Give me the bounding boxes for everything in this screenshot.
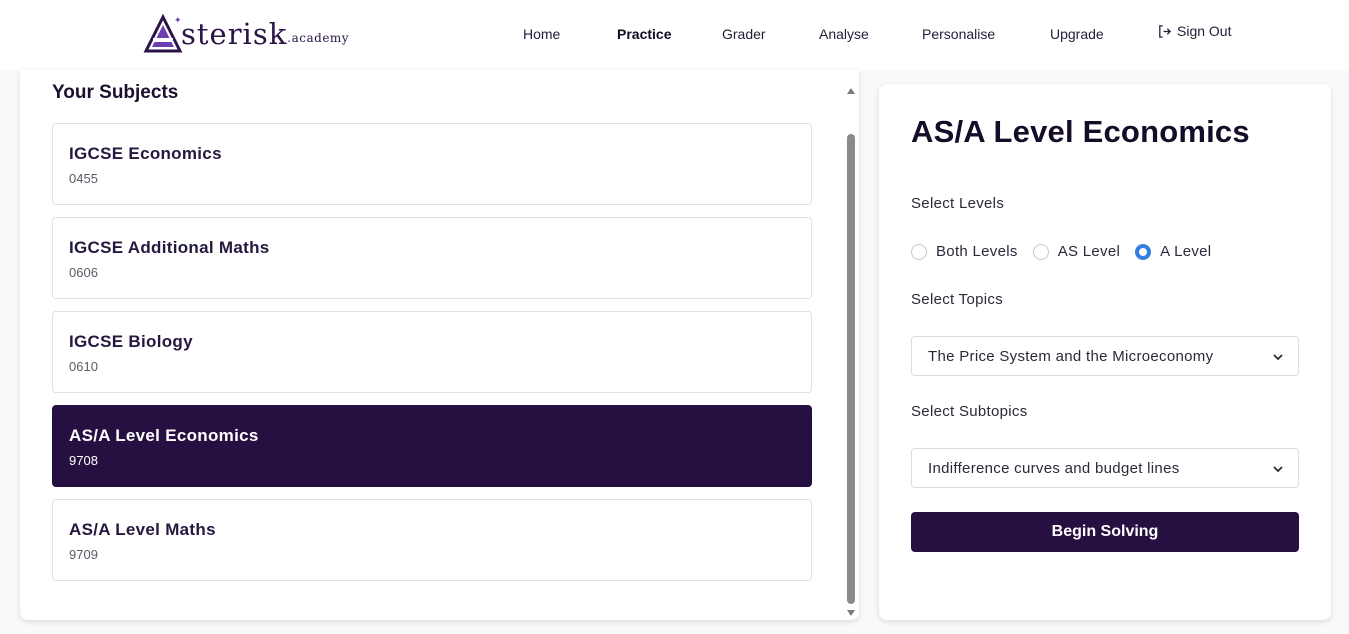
subject-card-as-a-level-economics[interactable]: AS/A Level Economics 9708 <box>52 405 812 487</box>
scroll-down-arrow-icon[interactable] <box>847 610 855 616</box>
radio-as-level[interactable]: AS Level <box>1032 243 1121 260</box>
subjects-scrollbar[interactable] <box>844 82 858 620</box>
radio-label: A Level <box>1160 243 1212 260</box>
topics-select[interactable]: The Price System and the Microeconomy <box>911 336 1299 376</box>
subject-code: 9708 <box>69 453 98 468</box>
nav-grader[interactable]: Grader <box>722 26 766 42</box>
nav-practice[interactable]: Practice <box>617 26 671 42</box>
subject-card-igcse-biology[interactable]: IGCSE Biology 0610 <box>52 311 812 393</box>
chevron-down-icon <box>1273 466 1283 473</box>
select-topics-label: Select Topics <box>911 291 1004 308</box>
radio-circle[interactable] <box>1032 243 1049 260</box>
sign-out-label: Sign Out <box>1177 23 1232 39</box>
subject-name: AS/A Level Maths <box>69 520 216 539</box>
top-header: ✦ sterisk .academy Home Practice Grader … <box>0 0 1349 70</box>
radio-both-levels[interactable]: Both Levels <box>911 243 1018 260</box>
subject-card-as-a-level-maths[interactable]: AS/A Level Maths 9709 <box>52 499 812 581</box>
begin-solving-button[interactable]: Begin Solving <box>911 512 1299 552</box>
topics-select-value: The Price System and the Microeconomy <box>928 348 1214 365</box>
logo-triangle-icon: ✦ <box>143 14 183 53</box>
subtopics-select-value: Indifference curves and budget lines <box>928 460 1180 477</box>
select-levels-label: Select Levels <box>911 195 1005 212</box>
levels-radio-group: Both Levels AS Level A Level <box>911 243 1226 260</box>
nav-analyse[interactable]: Analyse <box>819 26 869 42</box>
detail-title: AS/A Level Economics <box>911 114 1250 149</box>
subjects-panel: Your Subjects IGCSE Economics 0455 IGCSE… <box>20 70 859 620</box>
logo-suffix: .academy <box>287 31 350 45</box>
subject-name: IGCSE Economics <box>69 144 222 163</box>
subject-card-igcse-additional-maths[interactable]: IGCSE Additional Maths 0606 <box>52 217 812 299</box>
subject-card-igcse-economics[interactable]: IGCSE Economics 0455 <box>52 123 812 205</box>
subject-detail-panel: AS/A Level Economics Select Levels Both … <box>879 84 1331 620</box>
subjects-heading: Your Subjects <box>52 82 179 103</box>
subtopics-select[interactable]: Indifference curves and budget lines <box>911 448 1299 488</box>
nav-personalise[interactable]: Personalise <box>922 26 995 42</box>
radio-circle-checked[interactable] <box>1135 243 1152 260</box>
subject-code: 0606 <box>69 265 98 280</box>
nav-home[interactable]: Home <box>523 26 560 42</box>
subject-name: AS/A Level Economics <box>69 426 259 445</box>
subject-name: IGCSE Biology <box>69 332 193 351</box>
subject-code: 0610 <box>69 359 98 374</box>
sign-out-icon <box>1159 24 1172 38</box>
radio-a-level[interactable]: A Level <box>1135 243 1211 260</box>
radio-circle[interactable] <box>911 243 927 260</box>
radio-label: AS Level <box>1057 243 1121 260</box>
scroll-up-arrow-icon[interactable] <box>847 88 855 94</box>
radio-label: Both Levels <box>936 243 1018 260</box>
asterisk-academy-logo[interactable]: ✦ sterisk .academy <box>143 10 349 54</box>
logo-wordmark: sterisk <box>181 17 288 51</box>
scrollbar-thumb[interactable] <box>847 134 855 604</box>
select-subtopics-label: Select Subtopics <box>911 403 1028 420</box>
nav-upgrade[interactable]: Upgrade <box>1050 26 1104 42</box>
subject-code: 9709 <box>69 547 98 562</box>
chevron-down-icon <box>1273 354 1283 361</box>
subject-name: IGCSE Additional Maths <box>69 238 270 257</box>
sign-out-button[interactable]: Sign Out <box>1157 23 1231 39</box>
subject-code: 0455 <box>69 171 98 186</box>
